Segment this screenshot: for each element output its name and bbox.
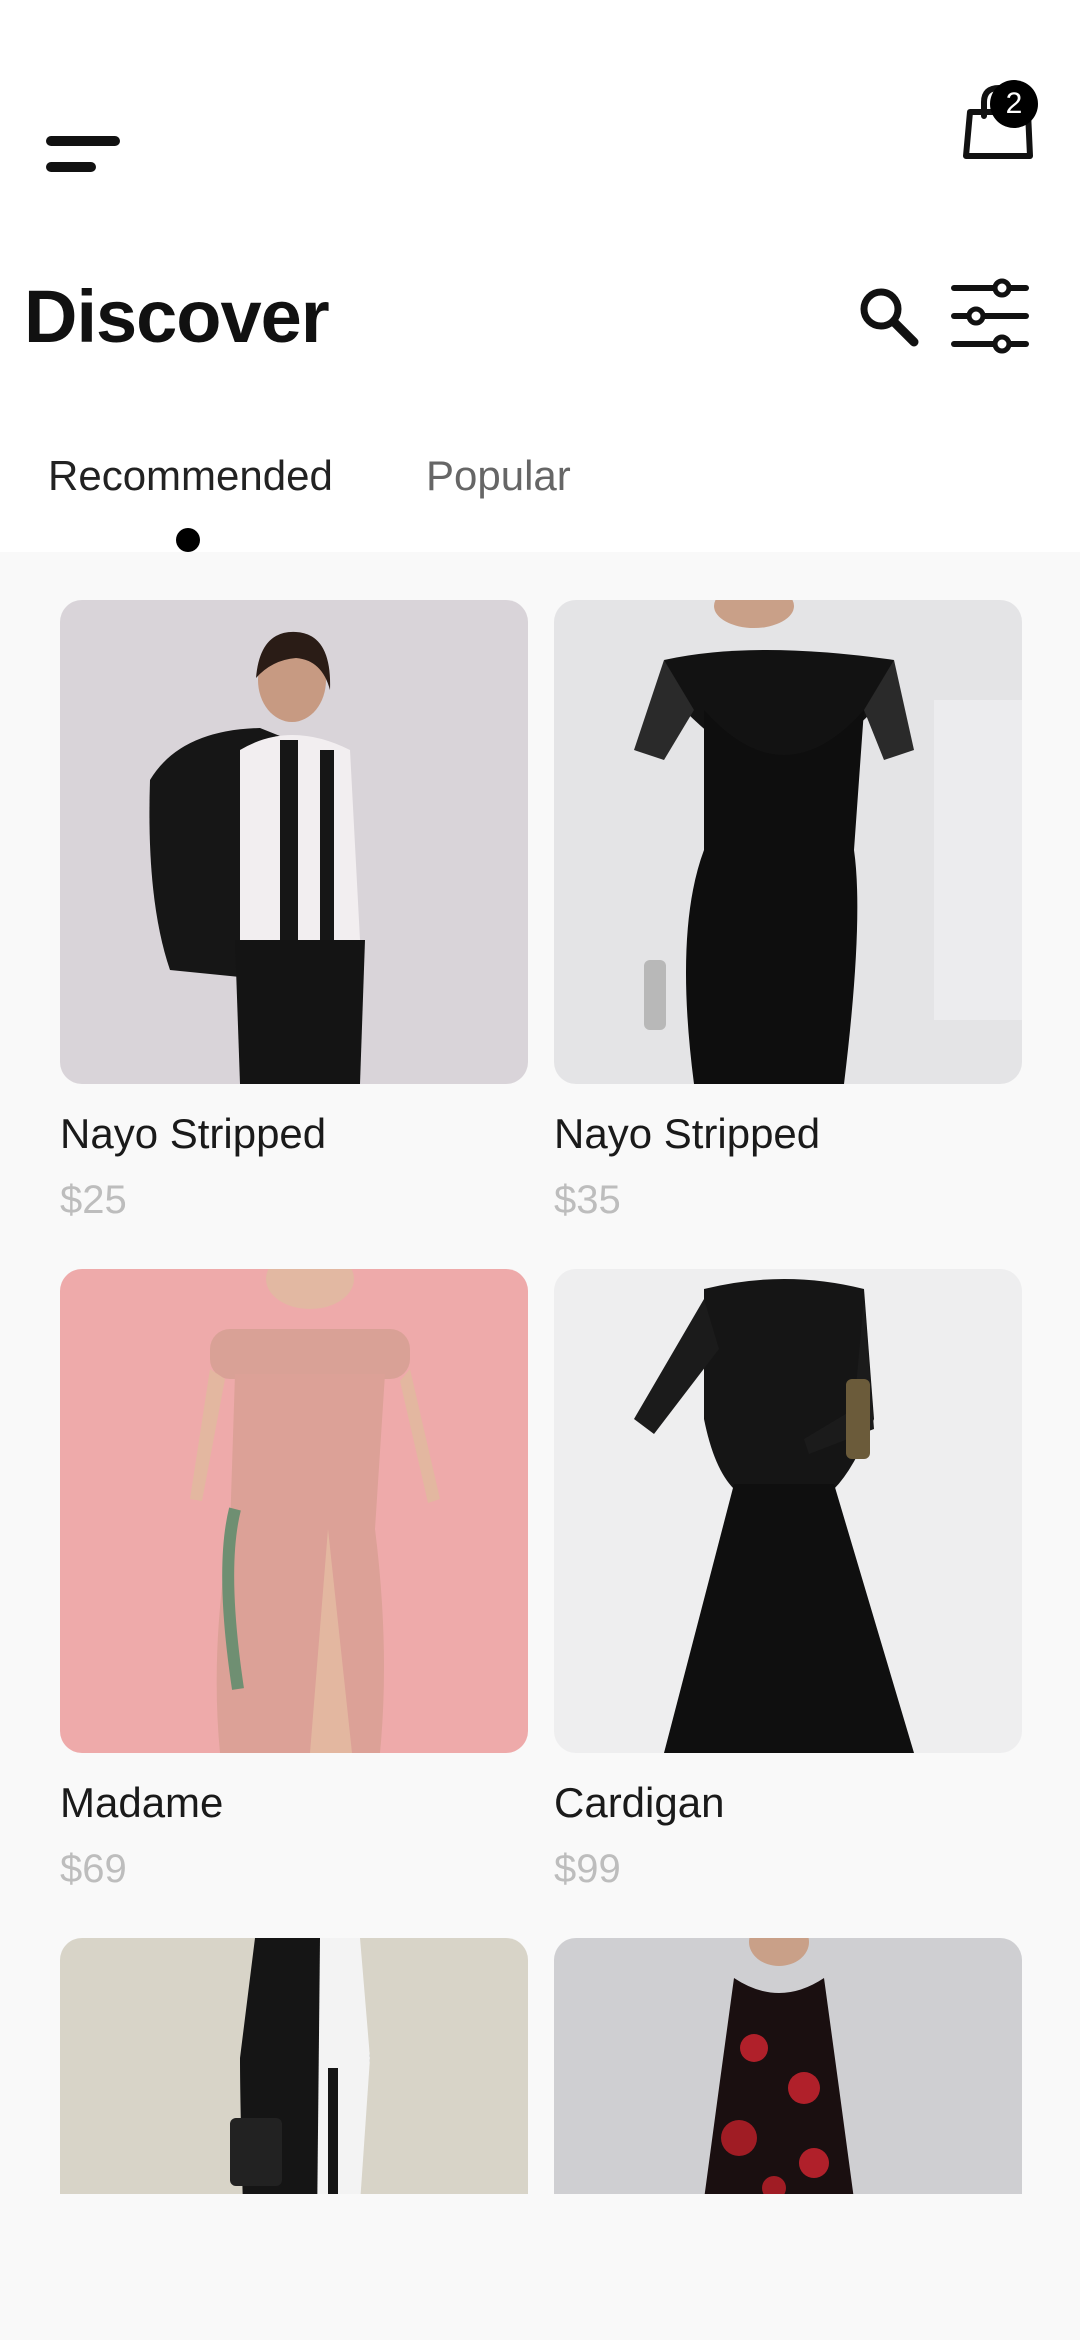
product-image[interactable] [554, 1938, 1022, 2194]
cart-count-badge: 2 [990, 80, 1038, 128]
active-tab-indicator [176, 528, 200, 552]
product-price: $99 [554, 1847, 621, 1891]
product-price: $25 [60, 1178, 127, 1222]
product-image[interactable] [554, 600, 1022, 1084]
product-card[interactable]: Nayo Stripped $35 [554, 600, 1022, 1222]
app-header: 2 Discover Recommended Popular [0, 0, 1080, 552]
page-title: Discover [24, 275, 330, 358]
product-name: Madame [60, 1779, 224, 1826]
menu-icon[interactable] [44, 132, 124, 178]
product-image[interactable] [60, 1269, 528, 1753]
filter-sliders-icon[interactable] [950, 278, 1030, 354]
product-name: Cardigan [554, 1779, 725, 1826]
product-card[interactable] [60, 1938, 528, 2194]
product-card[interactable]: Nayo Stripped $25 [60, 600, 528, 1222]
product-price: $35 [554, 1178, 621, 1222]
product-name: Nayo Stripped [554, 1110, 821, 1157]
product-card[interactable]: Cardigan $99 [554, 1269, 1022, 1891]
product-image[interactable] [60, 1938, 528, 2194]
product-image[interactable] [554, 1269, 1022, 1753]
product-card[interactable]: Madame $69 [60, 1269, 528, 1891]
tab-recommended[interactable]: Recommended [48, 446, 333, 506]
search-icon[interactable] [856, 284, 920, 348]
product-name: Nayo Stripped [60, 1110, 327, 1157]
product-card[interactable] [554, 1938, 1022, 2194]
product-price: $69 [60, 1847, 127, 1891]
product-image[interactable] [60, 600, 528, 1084]
tab-popular[interactable]: Popular [426, 446, 571, 506]
